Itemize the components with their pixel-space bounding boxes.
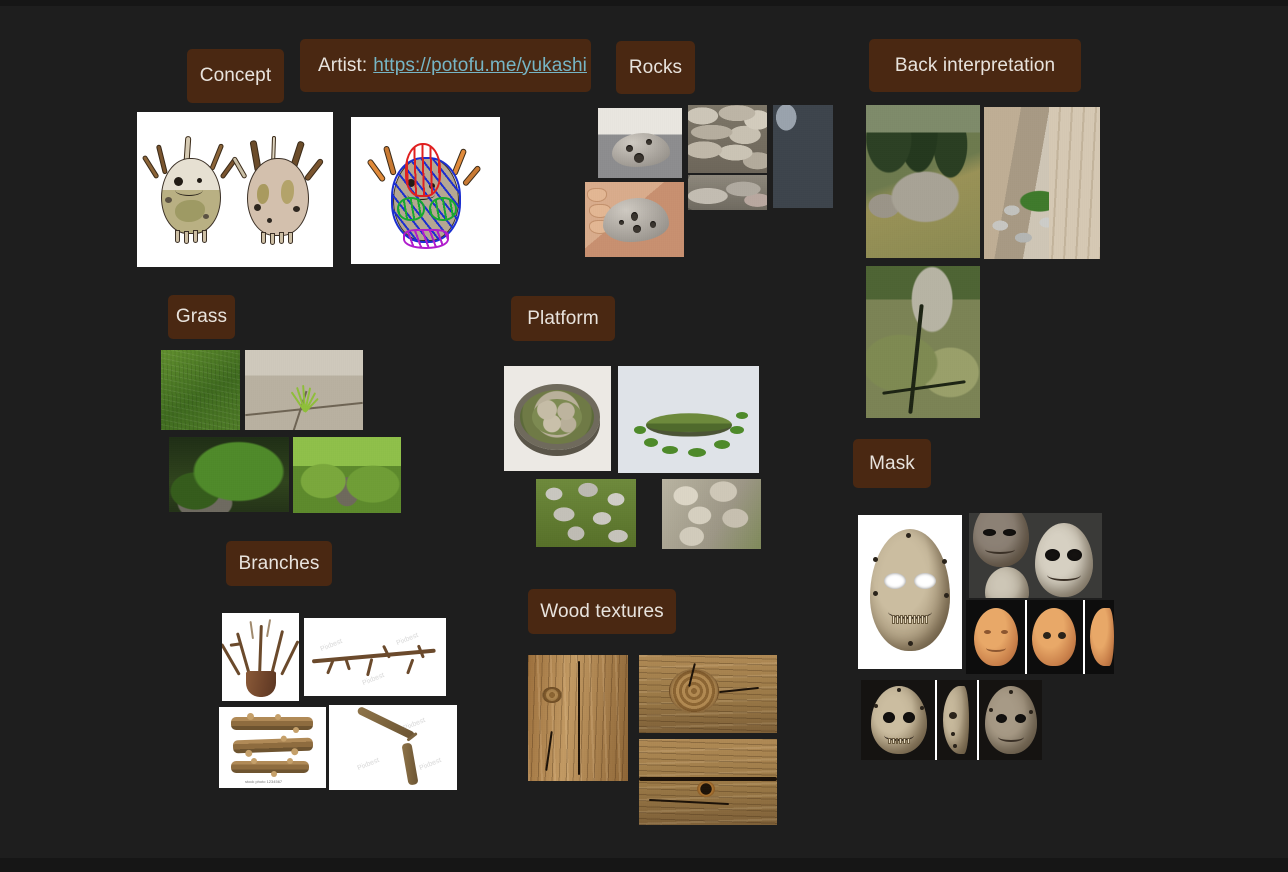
- image-dry-stone-wall[interactable]: [688, 105, 767, 173]
- moodboard-canvas: Concept Artist: https://potofu.me/yukash…: [0, 0, 1288, 872]
- label-artist[interactable]: Artist: https://potofu.me/yukashi: [300, 39, 591, 92]
- image-stone-with-holes-on-table[interactable]: [598, 108, 682, 178]
- top-edge-strip: [0, 0, 1288, 6]
- image-creature-front-and-back-sketch[interactable]: [137, 112, 333, 267]
- watermark-text: Pixbest: [361, 671, 386, 688]
- artist-prefix: Artist:: [318, 54, 368, 76]
- label-branches[interactable]: Branches: [226, 541, 332, 586]
- bottom-edge-strip: [0, 858, 1288, 872]
- image-flat-stacked-stones[interactable]: [688, 175, 767, 210]
- artist-link[interactable]: https://potofu.me/yukashi: [373, 55, 587, 77]
- image-stone-masks-museum-display[interactable]: [969, 513, 1102, 598]
- image-cobblestone-pavement[interactable]: [773, 105, 833, 208]
- watermark-text: Pixbest: [395, 631, 420, 648]
- label-wood-textures[interactable]: Wood textures: [528, 589, 676, 634]
- image-limestone-cliff-texture[interactable]: [662, 479, 761, 549]
- image-bent-wooden-stick[interactable]: Pixbest Pixbest Pixbest: [329, 705, 457, 790]
- image-wood-beam-with-knot[interactable]: [639, 655, 777, 733]
- image-moss-covered-rocks-on-lawn[interactable]: [293, 437, 401, 513]
- label-rocks[interactable]: Rocks: [616, 41, 695, 94]
- label-grass[interactable]: Grass: [168, 295, 235, 339]
- image-mossy-stone-disc-base-photo[interactable]: [504, 366, 611, 471]
- image-mountain-boulder-with-pine-trees[interactable]: [866, 105, 980, 258]
- image-dry-branches-in-vase[interactable]: [222, 613, 299, 701]
- image-rocky-grass-ground-texture[interactable]: [536, 479, 636, 547]
- image-isolated-tree-branch[interactable]: Pixbest Pixbest Pixbest: [304, 618, 446, 696]
- image-hand-holding-holed-pebble[interactable]: [585, 182, 684, 257]
- image-creature-annotated-overlay-sketch[interactable]: [351, 117, 500, 264]
- watermark-text: Pixbest: [402, 716, 427, 733]
- label-mask[interactable]: Mask: [853, 439, 931, 488]
- image-stone-mask-three-angles[interactable]: [861, 680, 1042, 760]
- image-mossy-stone-disc-3d-render[interactable]: [618, 366, 759, 473]
- image-ochre-stone-faces-three-views[interactable]: [966, 600, 1114, 674]
- watermark-text: Pixbest: [418, 756, 443, 773]
- image-neolithic-stone-mask-main[interactable]: [858, 515, 962, 669]
- stock-photo-caption: stock photo 1234567: [245, 779, 283, 784]
- label-platform[interactable]: Platform: [511, 296, 615, 341]
- image-vertical-weathered-wood-plank[interactable]: [528, 655, 628, 781]
- image-grass-tuft-in-pavement-crack[interactable]: [245, 350, 363, 430]
- image-cut-log-pieces[interactable]: stock photo 1234567: [219, 707, 326, 788]
- label-back-interpretation[interactable]: Back interpretation: [869, 39, 1081, 92]
- image-moss-covered-rock-in-shade[interactable]: [169, 437, 289, 512]
- image-cracked-mossy-boulder[interactable]: [866, 266, 980, 418]
- watermark-text: Pixbest: [319, 637, 344, 654]
- watermark-text: Pixbest: [356, 756, 381, 773]
- image-cracked-wood-plank-with-knot[interactable]: [639, 739, 777, 825]
- label-concept[interactable]: Concept: [187, 49, 284, 103]
- image-grass-lawn-texture[interactable]: [161, 350, 240, 430]
- image-pebble-garden-bed-beside-wall[interactable]: [984, 107, 1100, 259]
